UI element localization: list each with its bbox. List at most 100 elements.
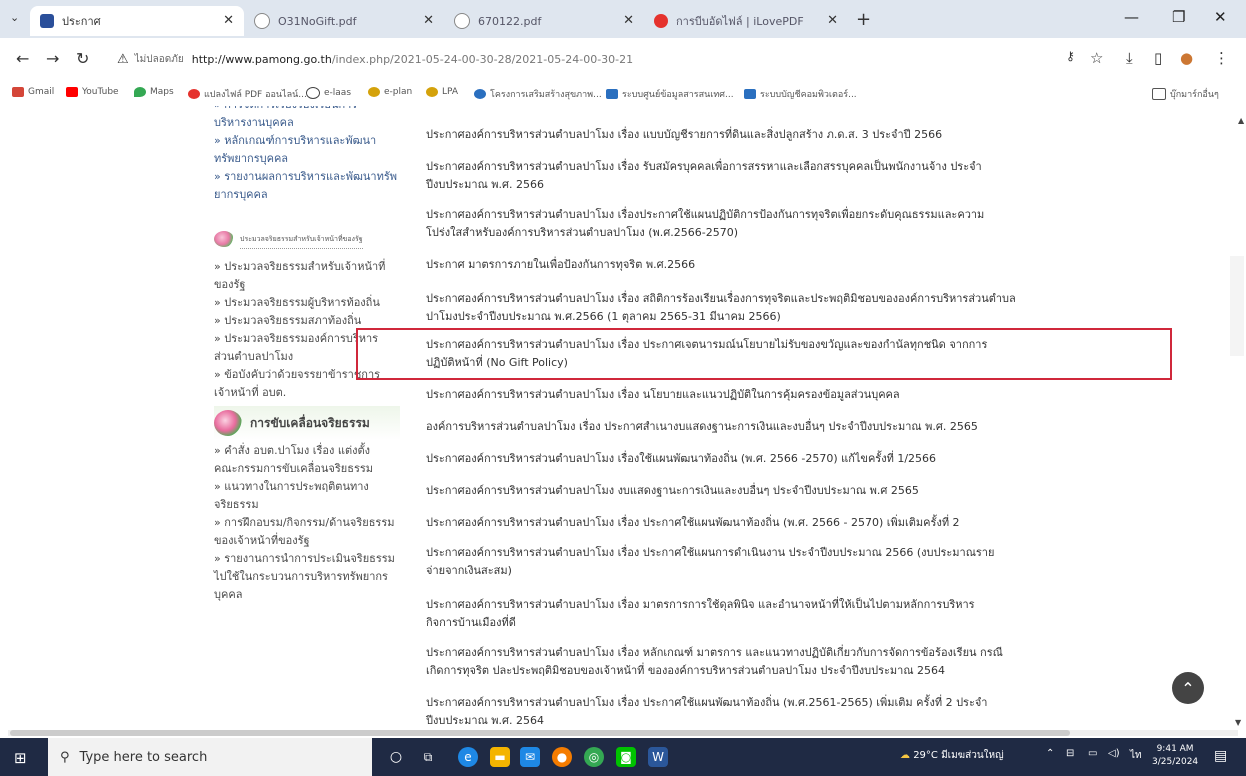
notification-icon[interactable]: ▤ — [1214, 748, 1227, 764]
tab-search-chevron-icon[interactable]: ⌄ — [10, 11, 19, 24]
bookmark-pdf[interactable]: แปลงไฟล์ PDF ออนไลน์... — [188, 87, 307, 101]
bookmark-youtube[interactable]: YouTube — [66, 87, 119, 97]
bookmarks-folder[interactable]: บุ๊กมาร์กอื่นๆ — [1152, 87, 1219, 101]
tab-title: 670122.pdf — [478, 14, 542, 28]
window-close-icon[interactable]: ✕ — [1214, 8, 1227, 26]
sidebar-link[interactable]: ของรัฐ — [214, 276, 400, 294]
sidebar-link[interactable]: » รายงานการนำการประเมินจริยธรรม — [214, 550, 400, 568]
announcement-item[interactable]: ประกาศ มาตรการภายในเพื่อป้องกันการทุจริต… — [426, 256, 1026, 274]
battery-icon[interactable]: ▭ — [1088, 748, 1097, 759]
key-icon[interactable]: ⚷ — [1066, 49, 1075, 63]
maximize-icon[interactable]: ❐ — [1172, 8, 1185, 26]
network-icon[interactable]: ⊟ — [1066, 748, 1074, 759]
bookmark-label: Maps — [150, 87, 174, 97]
announcement-item[interactable]: ประกาศองค์การบริหารส่วนตำบลปาโมง เรื่องป… — [426, 206, 1026, 242]
reload-icon[interactable]: ↻ — [76, 49, 89, 68]
tab-announcement[interactable]: ประกาศ ✕ — [30, 6, 244, 36]
bookmark-eplan[interactable]: e-plan — [368, 87, 412, 97]
announcement-item[interactable]: ประกาศองค์การบริหารส่วนตำบลปาโมง เรื่อง … — [426, 126, 1026, 144]
announcement-item[interactable]: ประกาศองค์การบริหารส่วนตำบลปาโมง เรื่อง … — [426, 644, 1026, 680]
announcement-item[interactable]: ประกาศองค์การบริหารส่วนตำบลปาโมง เรื่อง … — [426, 158, 1026, 194]
sidebar-link[interactable]: » การจัดการเรื่องร้องเรียนการ — [214, 106, 400, 114]
announcement-item[interactable]: ประกาศองค์การบริหารส่วนตำบลปาโมง เรื่อง … — [426, 386, 1026, 404]
close-icon[interactable]: ✕ — [223, 13, 234, 28]
scroll-down-icon[interactable]: ▼ — [1235, 718, 1241, 727]
announcement-item[interactable]: องค์การบริหารส่วนตำบลปาโมง เรื่อง ประกาศ… — [426, 418, 1026, 436]
sidebar-link[interactable]: » หลักเกณฑ์การบริหารและพัฒนา — [214, 132, 400, 150]
sidebar-link[interactable]: » ประมวลจริยธรรมสำหรับเจ้าหน้าที่ — [214, 258, 400, 276]
minimize-icon[interactable]: — — [1124, 8, 1139, 26]
input-language-icon[interactable]: ไท — [1130, 748, 1142, 763]
back-to-top-button[interactable]: ⌃ — [1172, 672, 1204, 704]
close-icon[interactable]: ✕ — [623, 13, 634, 28]
line-icon[interactable]: ◙ — [616, 747, 636, 767]
sidebar-link[interactable]: คณะกรรมการขับเคลื่อนจริยธรรม — [214, 460, 400, 478]
announcement-item[interactable]: ประกาศองค์การบริหารส่วนตำบลปาโมง เรื่อง … — [426, 544, 1026, 580]
sidebar-link[interactable]: บุคคล — [214, 586, 400, 604]
announcement-item[interactable]: ประกาศองค์การบริหารส่วนตำบลปาโมง เรื่อง … — [426, 290, 1026, 326]
sidebar-link[interactable]: » ประมวลจริยธรรมผู้บริหารท้องถิ่น — [214, 294, 400, 312]
windows-start-icon[interactable]: ⊞ — [14, 749, 27, 767]
mail-icon[interactable]: ✉ — [520, 747, 540, 767]
sidebar-link[interactable]: » แนวทางในการประพฤติตนทาง — [214, 478, 400, 496]
bookmark-accounting[interactable]: ระบบบัญชีคอมพิวเตอร์... — [744, 87, 857, 101]
scroll-up-icon[interactable]: ▲ — [1238, 116, 1244, 125]
tab-670122[interactable]: 670122.pdf ✕ — [444, 6, 644, 36]
file-explorer-icon[interactable]: ▬ — [490, 747, 510, 767]
close-icon[interactable]: ✕ — [423, 13, 434, 28]
flower-icon — [214, 410, 242, 436]
tray-chevron-icon[interactable]: ⌃ — [1046, 748, 1054, 759]
bookmark-label: e-plan — [384, 87, 413, 97]
announcement-line: ประกาศองค์การบริหารส่วนตำบลปาโมง เรื่อง … — [426, 646, 1003, 659]
sidebar-link[interactable]: ยากรบุคคล — [214, 186, 400, 204]
bookmark-elaas[interactable]: e-laas — [306, 87, 351, 99]
taskbar-search[interactable]: ⚲ Type here to search — [48, 738, 372, 776]
new-tab-button[interactable]: + — [856, 9, 871, 30]
announcement-line: จ่ายจากเงินสะสม) — [426, 564, 512, 577]
system-clock[interactable]: 9:41 AM 3/25/2024 — [1152, 743, 1198, 769]
bookmark-lpa[interactable]: LPA — [426, 87, 458, 97]
announcement-line: ประกาศองค์การบริหารส่วนตำบลปาโมง เรื่อง … — [426, 546, 995, 559]
sidebar-link[interactable]: ไปใช้ในกระบวนการบริหารทรัพยากร — [214, 568, 400, 586]
sidebar-link[interactable]: » คำสั่ง อบต.ปาโมง เรื่อง แต่งตั้ง — [214, 442, 400, 460]
sidebar-link[interactable]: จริยธรรม — [214, 496, 400, 514]
sidebar-link[interactable]: ทรัพยากรบุคคล — [214, 150, 400, 168]
sidebar-link[interactable]: ของเจ้าหน้าที่ของรัฐ — [214, 532, 400, 550]
address-bar[interactable]: ⚠ ไม่ปลอดภัย http://www.pamong.go.th /in… — [117, 46, 947, 72]
warning-icon[interactable]: ⚠ — [117, 52, 129, 67]
announcement-item[interactable]: ประกาศองค์การบริหารส่วนตำบลปาโมง เรื่องใ… — [426, 450, 1026, 468]
announcement-item[interactable]: ประกาศองค์การบริหารส่วนตำบลปาโมง เรื่อง … — [426, 694, 1026, 730]
avatar[interactable]: ● — [1180, 49, 1193, 67]
scrollbar-thumb[interactable] — [10, 730, 1070, 736]
announcement-item[interactable]: ประกาศองค์การบริหารส่วนตำบลปาโมง เรื่อง … — [426, 596, 1026, 632]
announcement-item[interactable]: ประกาศองค์การบริหารส่วนตำบลปาโมง เรื่อง … — [426, 514, 1026, 532]
announcement-item[interactable]: ประกาศองค์การบริหารส่วนตำบลปาโมง งบแสดงฐ… — [426, 482, 1026, 500]
menu-icon[interactable]: ⋮ — [1214, 49, 1229, 67]
tab-o31nogift[interactable]: O31NoGift.pdf ✕ — [244, 6, 444, 36]
volume-icon[interactable]: ◁) — [1108, 748, 1120, 759]
weather-widget[interactable]: ☁ 29°C มีเมฆส่วนใหญ่ — [900, 748, 1004, 763]
tab-ilovepdf[interactable]: การบีบอัดไฟล์ | iLovePDF ✕ — [644, 6, 848, 36]
close-icon[interactable]: ✕ — [827, 13, 838, 28]
task-view-icon[interactable]: ⧉ — [418, 747, 438, 767]
bookmark-gmail[interactable]: Gmail — [12, 87, 54, 97]
paint-icon[interactable]: ● — [552, 747, 572, 767]
ethics-code-banner: ประมวลจริยธรรมสำหรับเจ้าหน้าที่ของรัฐ — [214, 226, 400, 252]
forward-arrow-icon[interactable]: → — [46, 49, 59, 68]
edge-icon[interactable]: e — [458, 747, 478, 767]
sidepanel-icon[interactable]: ▯ — [1154, 49, 1162, 67]
sidebar-link[interactable]: » การฝึกอบรม/กิจกรรม/ด้านจริยธรรม — [214, 514, 400, 532]
sidebar-link[interactable]: เจ้าหน้าที่ อบต. — [214, 384, 400, 402]
horizontal-scrollbar[interactable] — [8, 730, 1238, 736]
download-icon[interactable]: ⤓ — [1126, 49, 1133, 67]
sidebar-link[interactable]: » รายงานผลการบริหารและพัฒนาทรัพ — [214, 168, 400, 186]
bookmark-project[interactable]: โครงการเสริมสร้างสุขภาพ... — [474, 87, 602, 101]
star-icon[interactable]: ☆ — [1090, 49, 1103, 67]
back-arrow-icon[interactable]: ← — [16, 49, 29, 68]
cortana-icon[interactable]: ○ — [386, 747, 406, 767]
sidebar-link[interactable]: บริหารงานบุคคล — [214, 114, 400, 132]
word-icon[interactable]: W — [648, 747, 668, 767]
bookmark-info-center[interactable]: ระบบศูนย์ข้อมูลสารสนเทศ... — [606, 87, 734, 101]
bookmark-maps[interactable]: Maps — [134, 87, 174, 97]
chrome-icon[interactable]: ◎ — [584, 747, 604, 767]
